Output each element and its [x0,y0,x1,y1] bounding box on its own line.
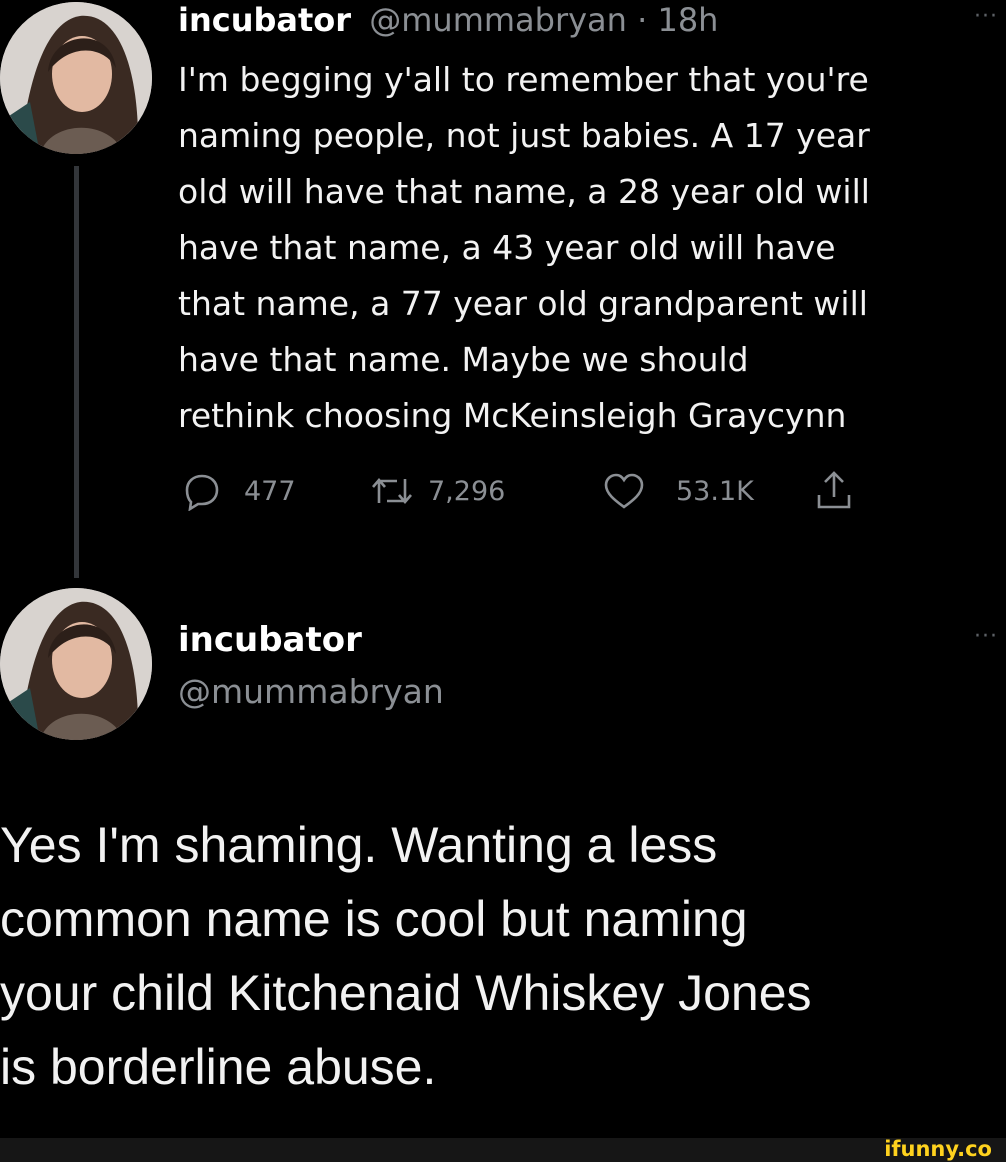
tweet-actions: 477 7,296 53.1K [178,466,918,516]
thread-connector-line [74,166,79,578]
like-icon [604,473,644,509]
reply-icon [185,474,219,511]
reply-line: common name is cool but naming [0,891,748,947]
ifunny-watermark: ifunny.co [884,1137,992,1161]
retweet-count: 7,296 [428,475,506,507]
handle-timestamp[interactable]: @mummabryan · 18h [369,1,718,39]
retweet-icon [372,478,412,504]
tweet-line: naming people, not just babies. A 17 yea… [178,116,870,155]
tweet-line: have that name. Maybe we should [178,340,749,379]
watermark-bar [0,1138,1006,1162]
reply-line: your child Kitchenaid Whiskey Jones [0,965,812,1021]
reply-line: is borderline abuse. [0,1039,437,1095]
tweet-line: I'm begging y'all to remember that you'r… [178,60,869,99]
tweet-header: incubator @mummabryan · 18h [178,0,718,40]
tweet-line: that name, a 77 year old grandparent wil… [178,284,868,323]
display-name[interactable]: incubator [178,1,351,39]
share-button[interactable] [814,466,854,516]
retweet-button[interactable]: 7,296 [370,466,505,516]
tweet-line: rethink choosing McKeinsleigh Graycynn [178,396,847,435]
avatar[interactable] [0,2,152,154]
reply-button[interactable]: 477 [182,466,296,516]
handle[interactable]: @mummabryan [178,670,444,714]
like-button[interactable]: 53.1K [602,466,754,516]
share-icon [817,471,851,509]
avatar[interactable] [0,588,152,740]
display-name[interactable]: incubator [178,618,362,662]
tweet-line: have that name, a 43 year old will have [178,228,836,267]
like-count: 53.1K [676,475,754,507]
tweet-text: I'm begging y'all to remember that you'r… [178,52,1004,444]
reply-text: Yes I'm shaming. Wanting a less common n… [0,808,1006,1104]
tweet-line: old will have that name, a 28 year old w… [178,172,870,211]
reply-line: Yes I'm shaming. Wanting a less [0,817,718,873]
reply-count: 477 [244,475,296,507]
more-icon[interactable]: ··· [974,624,998,649]
more-icon[interactable]: ··· [974,4,998,29]
